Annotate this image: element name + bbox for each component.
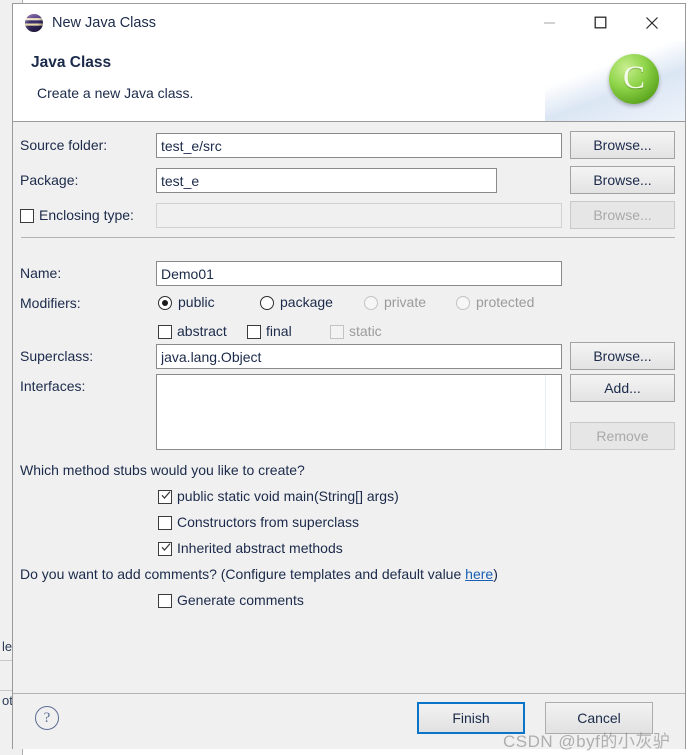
generate-comments-label: Generate comments	[177, 592, 304, 608]
source-folder-label: Source folder:	[20, 137, 108, 153]
radio-dot	[162, 300, 168, 306]
window-title: New Java Class	[52, 14, 156, 31]
title-bar: New Java Class	[13, 4, 685, 41]
source-folder-browse-button[interactable]: Browse...	[570, 131, 675, 159]
superclass-input[interactable]	[156, 344, 562, 369]
modifier-label-public: public	[178, 294, 215, 310]
dialog-header: Java Class Create a new Java class. C	[13, 41, 685, 122]
modifier-radio-protected	[456, 296, 470, 310]
modifier-radio-package[interactable]	[260, 296, 274, 310]
finish-button[interactable]: Finish	[417, 702, 525, 734]
close-icon	[646, 16, 658, 29]
enclosing-type-input	[156, 203, 562, 228]
method-stubs-question: Which method stubs would you like to cre…	[20, 462, 305, 478]
background-text-fragment-top: le	[2, 639, 13, 654]
stub-label-main: public static void main(String[] args)	[177, 488, 399, 504]
modifier-label-private: private	[384, 294, 427, 310]
package-input[interactable]	[156, 168, 497, 193]
modifier-label-static: static	[349, 323, 382, 339]
source-folder-input[interactable]	[156, 133, 562, 158]
java-class-badge-letter: C	[622, 59, 645, 96]
package-label: Package:	[20, 172, 79, 188]
comments-question-prefix: Do you want to add comments? (Configure …	[20, 566, 466, 582]
interfaces-list[interactable]	[156, 374, 562, 450]
stub-checkbox-constructors[interactable]	[158, 516, 172, 530]
modifier-label-abstract: abstract	[177, 323, 227, 339]
interfaces-remove-button: Remove	[570, 422, 675, 450]
modifier-label-protected: protected	[476, 294, 535, 310]
enclosing-type-browse-button: Browse...	[570, 201, 675, 229]
class-name-input[interactable]	[156, 261, 562, 286]
generate-comments-checkbox[interactable]	[158, 594, 172, 608]
new-java-class-dialog: New Java Class Java Class Create a new J…	[12, 3, 686, 749]
package-browse-button[interactable]: Browse...	[570, 166, 675, 194]
interfaces-add-button[interactable]: Add...	[570, 374, 675, 402]
superclass-browse-button[interactable]: Browse...	[570, 342, 675, 370]
modifier-radio-public[interactable]	[158, 296, 172, 310]
java-class-badge-icon: C	[609, 54, 659, 104]
maximize-icon	[594, 16, 606, 29]
page-description: Create a new Java class.	[37, 85, 194, 101]
comments-question: Do you want to add comments? (Configure …	[20, 566, 498, 582]
check-icon	[161, 543, 171, 551]
name-label: Name:	[20, 265, 62, 281]
configure-templates-link[interactable]: here	[465, 566, 493, 582]
cancel-button[interactable]: Cancel	[545, 702, 653, 734]
modifiers-label: Modifiers:	[20, 295, 81, 311]
superclass-label: Superclass:	[20, 348, 94, 364]
help-icon[interactable]: ?	[35, 706, 59, 730]
comments-question-suffix: )	[493, 566, 498, 582]
minimize-icon	[543, 22, 555, 24]
check-icon	[161, 491, 171, 499]
interfaces-scrollbar[interactable]	[545, 375, 561, 449]
stub-label-constructors: Constructors from superclass	[177, 514, 360, 530]
enclosing-type-checkbox[interactable]	[20, 209, 34, 223]
stub-label-inherited: Inherited abstract methods	[177, 540, 343, 556]
interfaces-label: Interfaces:	[20, 378, 86, 394]
modifier-label-package: package	[280, 294, 333, 310]
modifier-checkbox-abstract[interactable]	[158, 325, 172, 339]
modifier-checkbox-final[interactable]	[247, 325, 261, 339]
modifier-checkbox-static	[330, 325, 344, 339]
minimize-button[interactable]	[526, 4, 572, 41]
eclipse-icon	[25, 13, 43, 32]
page-title: Java Class	[31, 54, 112, 71]
modifier-radio-private	[364, 296, 378, 310]
dialog-footer: ? Finish Cancel	[13, 693, 685, 749]
section-divider-1	[21, 237, 675, 238]
maximize-button[interactable]	[577, 4, 623, 41]
dialog-body: Source folder: Browse... Package: Browse…	[13, 122, 685, 693]
modifier-label-final: final	[266, 323, 292, 339]
enclosing-type-label: Enclosing type:	[39, 207, 134, 223]
stub-checkbox-main[interactable]	[158, 490, 172, 504]
stub-checkbox-inherited[interactable]	[158, 542, 172, 556]
close-button[interactable]	[629, 4, 675, 41]
